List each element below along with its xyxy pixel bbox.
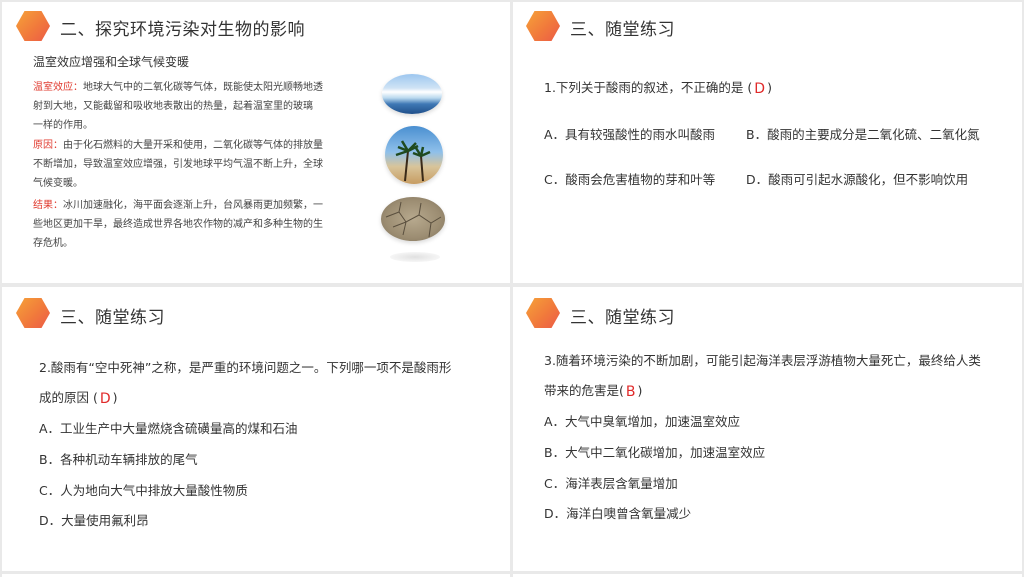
question-1-suffix: ) bbox=[767, 80, 772, 95]
answer-2: D bbox=[99, 391, 111, 407]
subtitle: 温室效应增强和全球气候变暖 bbox=[33, 55, 190, 69]
option-a: A．工业生产中大量燃烧含硫磺量高的煤和石油 bbox=[39, 421, 298, 436]
result-text-2: 些地区更加干旱，最终造成世界各地农作物的减产和多种生物的生 bbox=[33, 219, 323, 230]
answer-1: D bbox=[754, 81, 766, 97]
option-b: B．各种机动车辆排放的尾气 bbox=[39, 452, 198, 467]
palm-tree-icon bbox=[395, 140, 431, 182]
slide-panel-quiz-3: 三、随堂练习 3.随着环境污染的不断加剧，可能引起海洋表层浮游植物大量死亡，最终… bbox=[513, 287, 1022, 571]
slide-panel-quiz-2: 三、随堂练习 2.酸雨有“空中死神”之称，是严重的环境问题之一。下列哪一项不是酸… bbox=[2, 287, 510, 571]
section-title: 三、随堂练习 bbox=[570, 20, 675, 40]
option-b: B．大气中二氧化碳增加，加速温室效应 bbox=[544, 445, 766, 460]
question-3-suffix: ) bbox=[637, 383, 643, 398]
option-d: D．酸雨可引起水源酸化，但不影响饮用 bbox=[746, 172, 969, 187]
palm-beach-image bbox=[385, 126, 443, 184]
greenhouse-paragraph: 温室效应：地球大气中的二氧化碳等气体，既能使太阳光顺畅地透 射到大地，又能截留和… bbox=[33, 78, 353, 135]
option-c: C．海洋表层含氧量增加 bbox=[544, 476, 678, 491]
cause-text-1: 由于化石燃料的大量开采和使用，二氧化碳等气体的排放量 bbox=[63, 140, 323, 151]
option-a: A．大气中臭氧增加，加速温室效应 bbox=[544, 414, 741, 429]
hexagon-icon bbox=[16, 298, 50, 328]
question-3-text: 带来的危害是( bbox=[544, 383, 624, 398]
option-c: C．酸雨会危害植物的芽和叶等 bbox=[544, 172, 716, 187]
result-text-1: 冰川加速融化，海平面会逐渐上升，台风暴雨更加频繁，一 bbox=[63, 200, 323, 211]
result-label: 结果： bbox=[33, 200, 63, 211]
question-3-line-2: 带来的危害是(B) bbox=[544, 380, 642, 400]
question-1: 1.下列关于酸雨的叙述，不正确的是 (D) bbox=[544, 77, 772, 97]
section-title: 三、随堂练习 bbox=[60, 308, 165, 328]
hexagon-icon bbox=[526, 298, 560, 328]
question-2-line-1: 2.酸雨有“空中死神”之称，是严重的环境问题之一。下列哪一项不是酸雨形 bbox=[39, 360, 452, 375]
question-1-text: 1.下列关于酸雨的叙述，不正确的是 ( bbox=[544, 80, 753, 95]
glacier-image bbox=[382, 74, 442, 114]
option-a: A．具有较强酸性的雨水叫酸雨 bbox=[544, 127, 716, 142]
cracks-icon bbox=[385, 201, 442, 238]
option-c: C．人为地向大气中排放大量酸性物质 bbox=[39, 483, 248, 498]
cause-text-2: 不断增加，导致温室效应增强，引发地球平均气温不断上升，全球 bbox=[33, 159, 323, 170]
hexagon-icon bbox=[16, 11, 50, 41]
cause-paragraph: 原因：由于化石燃料的大量开采和使用，二氧化碳等气体的排放量 不断增加，导致温室效… bbox=[33, 136, 353, 193]
result-text-3: 存危机。 bbox=[33, 238, 73, 249]
cause-label: 原因： bbox=[33, 140, 63, 151]
image-shadow bbox=[390, 252, 440, 262]
answer-3: B bbox=[625, 384, 636, 400]
cracked-earth-image bbox=[381, 197, 445, 241]
option-d: D．大量使用氟利昂 bbox=[39, 513, 149, 528]
question-2-suffix: ) bbox=[112, 390, 118, 405]
question-2-line-2: 成的原因 (D) bbox=[39, 387, 118, 407]
section-title: 三、随堂练习 bbox=[570, 308, 675, 328]
greenhouse-text-1: 地球大气中的二氧化碳等气体，既能使太阳光顺畅地透 bbox=[83, 82, 323, 93]
greenhouse-label: 温室效应： bbox=[33, 82, 83, 93]
result-paragraph: 结果：冰川加速融化，海平面会逐渐上升，台风暴雨更加频繁，一 些地区更加干旱，最终… bbox=[33, 196, 353, 253]
question-3-line-1: 3.随着环境污染的不断加剧，可能引起海洋表层浮游植物大量死亡，最终给人类 bbox=[544, 353, 981, 368]
cause-text-3: 气候变暖。 bbox=[33, 178, 83, 189]
hexagon-icon bbox=[526, 11, 560, 41]
section-title: 二、探究环境污染对生物的影响 bbox=[60, 20, 305, 40]
option-b: B．酸雨的主要成分是二氧化硫、二氧化氮 bbox=[746, 127, 980, 142]
option-d: D．海洋白噢曾含氧量减少 bbox=[544, 506, 692, 521]
question-2-text: 成的原因 ( bbox=[39, 390, 98, 405]
slide-panel-environment: 二、探究环境污染对生物的影响 温室效应增强和全球气候变暖 温室效应：地球大气中的… bbox=[2, 2, 510, 283]
greenhouse-text-2: 射到大地，又能截留和吸收地表散出的热量，起着温室里的玻璃 bbox=[33, 101, 313, 112]
slide-panel-quiz-1: 三、随堂练习 1.下列关于酸雨的叙述，不正确的是 (D) A．具有较强酸性的雨水… bbox=[513, 2, 1022, 283]
greenhouse-text-3: 一样的作用。 bbox=[33, 120, 93, 131]
